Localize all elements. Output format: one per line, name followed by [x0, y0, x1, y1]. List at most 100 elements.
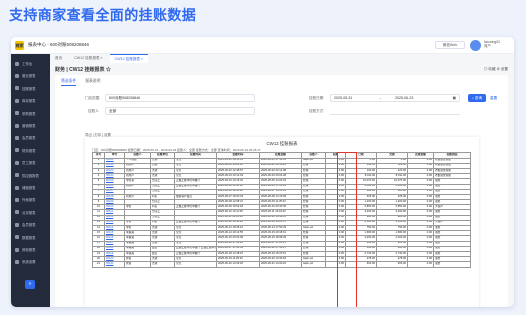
date-to: 2025-06-23 — [394, 96, 414, 100]
table-cell: 600.00 — [376, 261, 408, 268]
menu-icon — [15, 86, 19, 91]
way-label: 挂账方式 — [309, 109, 324, 113]
date-from: 2025-05-31 — [334, 96, 353, 100]
sidebar-item[interactable]: 营销报表 — [11, 120, 50, 131]
table-cell: 普通 — [150, 261, 175, 268]
sub-tab[interactable]: 筛选条件 — [61, 77, 77, 86]
menu-icon — [15, 247, 19, 252]
sidebar-item[interactable]: 外卖报表 — [11, 194, 50, 205]
query-button[interactable]: ⌕ 查询 — [468, 94, 486, 102]
sidebar-item[interactable]: 员工报表 — [11, 157, 50, 168]
tab[interactable]: 首页 — [50, 54, 67, 63]
page-root: 支持商家查看全面的挂账数据 商家 报表中心 - 600对账508208846 微… — [0, 0, 526, 315]
sidebar-item-label: 员工报表 — [22, 161, 36, 166]
menu-icon — [15, 160, 19, 165]
reset-button[interactable]: 重置 — [490, 94, 497, 102]
sidebar-item-label: 挂账报表 — [22, 86, 36, 91]
table-cell: 2025-06-20 14:33:26 — [216, 261, 260, 268]
app-window: 商家 报表中心 - 600对账508208846 微信Web lwiuning0… — [11, 37, 514, 307]
user-info[interactable]: lwiuning02 商户 — [484, 40, 500, 49]
sidebar-item-label: 会员报表 — [22, 223, 36, 228]
sidebar-item[interactable]: 点评报表 — [11, 207, 50, 218]
date-separator: → — [378, 96, 382, 100]
user-role: 商户 — [484, 44, 491, 49]
report-table: 序号 单号 挂账人 挂账单位 挂账时间 结账时间 挂账金额 挂账人 挂账 已收 欠款 还款金额 挂账原因… — [92, 152, 471, 268]
table-cell: lsiqin-p2 — [301, 261, 326, 268]
report-title: CW12 挂账报表 — [266, 141, 298, 146]
table-row: 21 00121 充值 普通 全天 2025-06-20 14:33:26 2025-06-… — [92, 261, 471, 268]
sidebar-item-label: 营业报表 — [22, 74, 36, 79]
menu-icon — [15, 135, 19, 140]
sidebar-item[interactable]: 采购报表 — [11, 108, 50, 119]
menu-icon — [15, 197, 19, 202]
sidebar-item[interactable]: 会员报表 — [11, 219, 50, 230]
table-cell: 朋友 — [433, 261, 471, 268]
tab[interactable]: CW12 挂账报表 × — [109, 54, 149, 63]
sidebar-item-label: 数据报表 — [22, 235, 36, 240]
menu-icon — [15, 235, 19, 240]
collapse-sidebar-icon[interactable]: » — [25, 280, 35, 289]
avatar[interactable] — [470, 40, 481, 51]
sidebar-item[interactable]: 工作台 — [11, 58, 50, 69]
sidebar-item[interactable]: 财务报表 — [11, 145, 50, 156]
sidebar-item-label: 储值报表 — [22, 186, 36, 190]
sidebar-item-label: 系统设置 — [22, 260, 36, 265]
menu-icon — [15, 61, 19, 66]
sub-tabs: 筛选条件 报表说明 — [61, 77, 100, 86]
highlight-box — [337, 152, 357, 307]
app-title: 报表中心 - 600对账508208846 — [28, 42, 90, 47]
sidebar-item-label: 其他报表 — [22, 248, 36, 252]
way-select[interactable] — [330, 107, 460, 115]
sidebar-item-label: 点评报表 — [22, 210, 36, 215]
person-select[interactable]: 全部 — [105, 107, 255, 115]
date-label: 挂账日期 — [309, 96, 324, 100]
table-cell: 2025-06-21 14:00:22 — [259, 261, 302, 268]
sidebar-item[interactable]: 库存报表 — [11, 95, 50, 106]
tab-bar: 首页 CW12 挂账报表 × CW12 挂账报表 × — [50, 54, 514, 63]
sidebar-item[interactable]: 供应链报表 — [11, 170, 50, 181]
sidebar-item[interactable]: 营业报表 — [11, 70, 50, 81]
menu-icon — [15, 73, 19, 78]
sidebar-item-label: 财务报表 — [22, 148, 36, 153]
page-tools[interactable]: ◎ 收藏 ⚙ 设置 — [484, 67, 508, 72]
menu-icon — [15, 185, 19, 190]
sidebar-item-label: 外卖报表 — [22, 198, 36, 203]
menu-icon — [15, 123, 19, 128]
table-cell: 全天 — [174, 261, 217, 268]
report-sheet: CW12 挂账报表 门店：600对账508208846 挂账日期：2025-05… — [85, 137, 479, 307]
main-content: 财务 | CW12 挂账报表 ☆ ◎ 收藏 ⚙ 设置 筛选条件 报表说明 门店范围… — [50, 63, 514, 307]
sidebar-item-label: 供应链报表 — [22, 173, 39, 178]
tab[interactable]: CW12 挂账报表 × — [69, 54, 107, 63]
sidebar-item-label: 会员报表 — [22, 136, 36, 141]
table-cell: 充值 — [124, 261, 151, 268]
sidebar-item[interactable]: 储值报表 — [11, 182, 50, 193]
sidebar-item[interactable]: 系统设置 — [11, 256, 50, 267]
sidebar-item[interactable]: 数据报表 — [11, 232, 50, 243]
headline: 支持商家查看全面的挂账数据 — [9, 7, 197, 23]
shop-select[interactable]: 600对账508208846 — [105, 94, 255, 102]
table-cell: 21 — [92, 261, 105, 268]
sidebar-item[interactable]: 会员报表 — [11, 132, 50, 143]
menu-icon — [15, 259, 19, 264]
shop-label: 门店范围 — [85, 96, 100, 100]
sidebar-item-label: 采购报表 — [22, 111, 36, 116]
table-body: 1 00101 个人挂账 普通 全天 2025-05-31 19:15:35 2025-06… — [92, 157, 471, 268]
sub-tab[interactable]: 报表说明 — [85, 77, 100, 86]
sidebar-item-label: 库存报表 — [22, 99, 36, 104]
date-range-picker[interactable]: 2025-05-31 → 2025-06-23 ▦ — [330, 94, 460, 102]
breadcrumb: 财务 | CW12 挂账报表 ☆ — [55, 67, 111, 73]
wechat-web-button[interactable]: 微信Web — [435, 41, 465, 49]
sidebar: 工作台 营业报表 挂账报表 库存报表 采购报表 营销报表 会员报表 财务报表 员工报表 供应链报表… — [11, 54, 50, 307]
sidebar-item[interactable]: 挂账报表 — [11, 83, 50, 94]
menu-icon — [15, 173, 19, 178]
menu-icon — [15, 222, 19, 227]
sidebar-item-label: 工作台 — [22, 62, 33, 66]
sidebar-item[interactable]: 其他报表 — [11, 244, 50, 255]
app-logo: 商家 — [15, 41, 24, 50]
person-label: 挂账人 — [88, 109, 99, 113]
menu-icon — [15, 98, 19, 103]
menu-icon — [15, 148, 19, 153]
top-bar: 商家 报表中心 - 600对账508208846 微信Web lwiuning0… — [11, 37, 514, 54]
order-link[interactable]: 00121 — [104, 261, 125, 268]
query-button-label: 查询 — [474, 96, 483, 100]
